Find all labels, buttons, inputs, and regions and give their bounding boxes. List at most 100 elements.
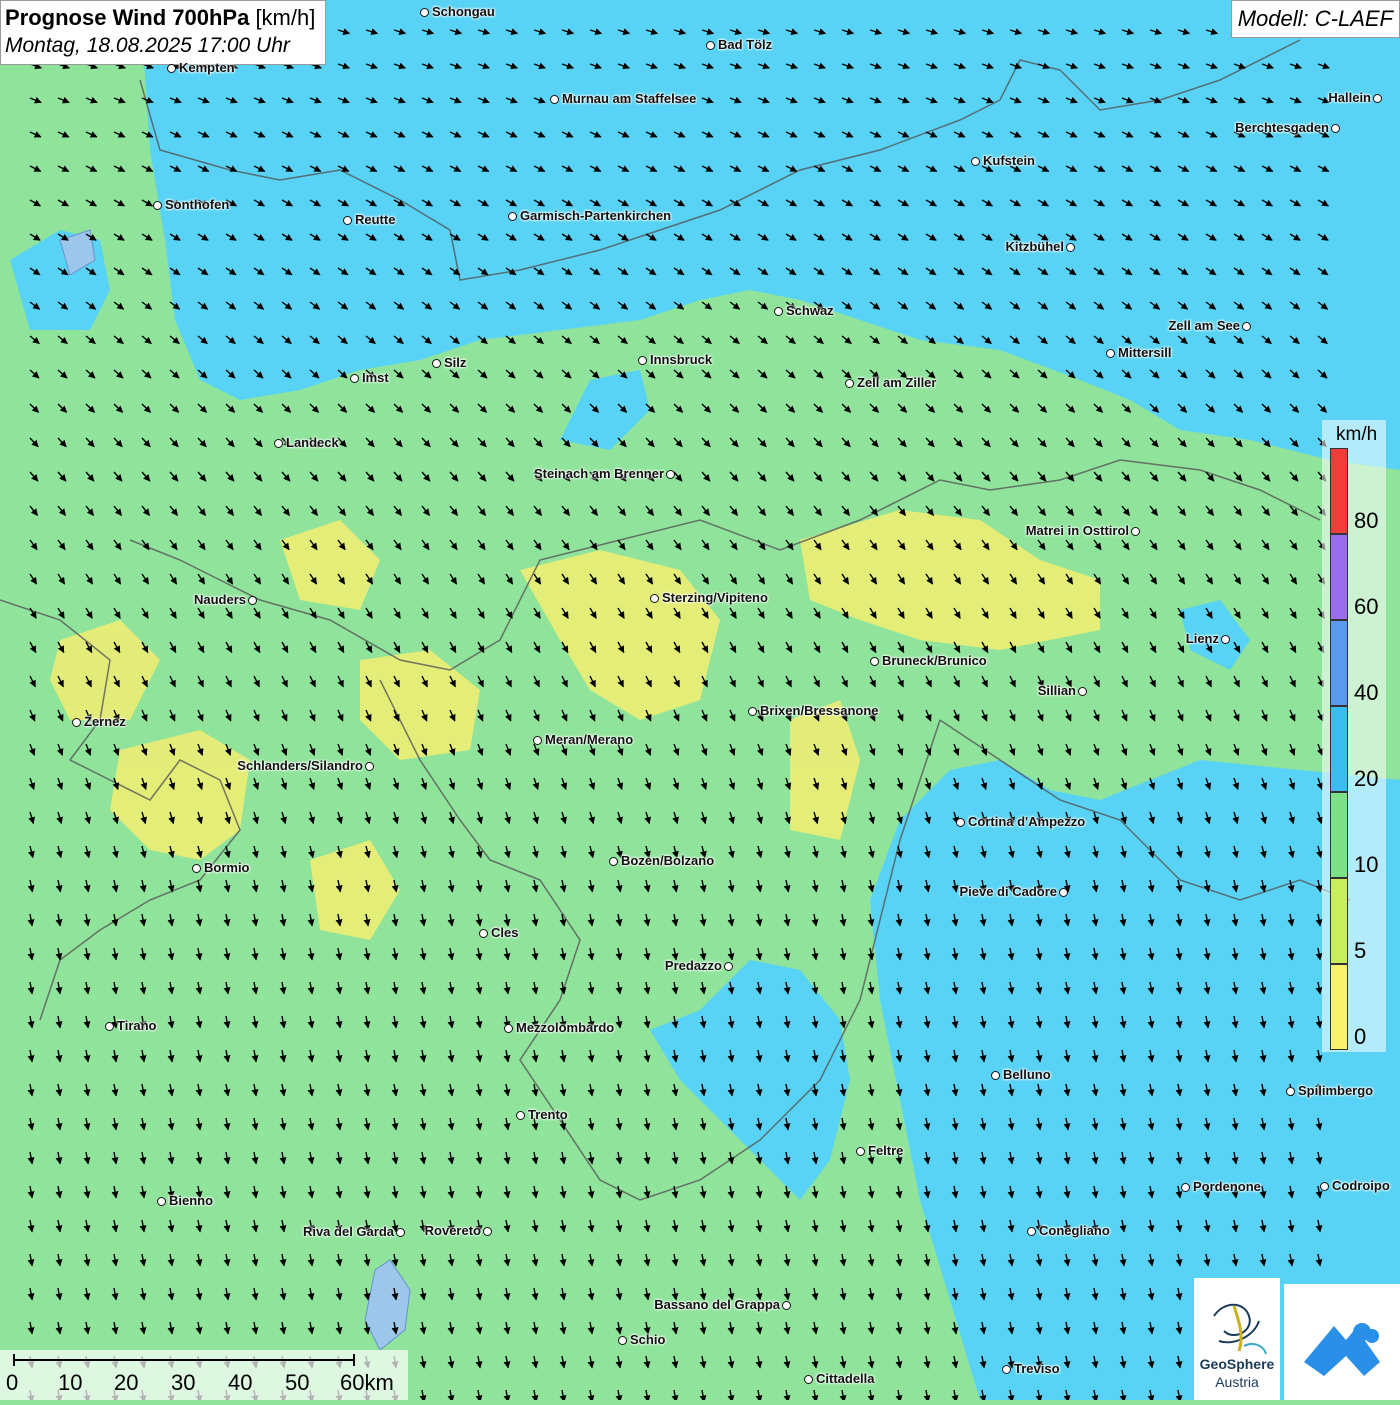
city-label: Kempten	[179, 60, 235, 75]
scale-label-0: 0	[6, 1370, 19, 1395]
city-marker	[432, 359, 441, 368]
city-marker	[666, 470, 675, 479]
legend-segment-80	[1330, 448, 1348, 534]
city-marker	[638, 356, 647, 365]
city-label: Meran/Merano	[545, 732, 634, 747]
city-label: Pieve di Cadore	[959, 884, 1057, 899]
city-label: Steinach am Brenner	[533, 466, 664, 481]
city-marker	[153, 201, 162, 210]
city-marker	[343, 216, 352, 225]
city-label: Mezzolombardo	[516, 1020, 615, 1035]
city-label: Riva del Garda	[302, 1224, 394, 1239]
city-label: Landeck	[286, 435, 339, 450]
city-label: Treviso	[1014, 1361, 1060, 1376]
city-marker	[870, 657, 879, 666]
city-label: Cles	[491, 925, 519, 940]
city-marker	[483, 1227, 492, 1236]
city-marker	[274, 439, 283, 448]
city-label: Tirano	[117, 1018, 157, 1033]
title-box: Prognose Wind 700hPa [km/h] Montag, 18.0…	[0, 0, 327, 65]
city-label: Codroipo	[1332, 1178, 1390, 1193]
scale-label-20: 20	[114, 1370, 139, 1395]
city-label: Belluno	[1003, 1067, 1051, 1082]
city-label: Imst	[362, 370, 389, 385]
legend-tick-80: 80	[1354, 508, 1379, 533]
city-label: Schio	[630, 1332, 666, 1347]
city-marker	[609, 857, 618, 866]
model-label: Modell: C-LAEF	[1230, 0, 1400, 38]
city-label: Nauders	[193, 592, 246, 607]
scale-label-10: 10	[58, 1370, 83, 1395]
city-label: Sonthofen	[165, 197, 230, 212]
city-marker	[157, 1197, 166, 1206]
city-marker	[618, 1336, 627, 1345]
city-marker	[396, 1228, 405, 1237]
city-marker	[192, 864, 201, 873]
city-label: Conegliano	[1039, 1223, 1110, 1238]
city-label: Rovereto	[424, 1223, 481, 1238]
legend-tick-20: 20	[1354, 766, 1379, 791]
legend-tick-5: 5	[1354, 938, 1367, 963]
city-marker	[971, 157, 980, 166]
city-marker	[782, 1301, 791, 1310]
city-marker	[1221, 635, 1230, 644]
city-marker	[991, 1071, 1000, 1080]
city-marker	[1106, 349, 1115, 358]
city-marker	[1181, 1183, 1190, 1192]
city-label: Matrei in Osttirol	[1025, 523, 1129, 538]
city-label: Kitzbühel	[1005, 239, 1065, 254]
legend-tick-10: 10	[1354, 852, 1379, 877]
city-label: Sillian	[1037, 683, 1076, 698]
legend-segment-60	[1330, 534, 1348, 620]
scale-label-30: 30	[171, 1370, 196, 1395]
city-marker	[504, 1024, 513, 1033]
city-label: Brixen/Bressanone	[760, 703, 879, 718]
legend-unit: km/h	[1336, 424, 1378, 445]
city-marker	[516, 1111, 525, 1120]
geosphere-swirl-icon	[1213, 1303, 1267, 1355]
city-label: Schongau	[432, 4, 495, 19]
city-marker	[774, 307, 783, 316]
scale-bar: 0 10 20 30 40 50 60km	[0, 1350, 408, 1400]
scale-label-40: 40	[228, 1370, 253, 1395]
city-label: Reutte	[355, 212, 396, 227]
city-marker	[706, 41, 715, 50]
city-marker	[1242, 322, 1251, 331]
city-marker	[248, 596, 257, 605]
legend-tick-40: 40	[1354, 680, 1379, 705]
city-label: Lienz	[1185, 631, 1219, 646]
city-marker	[350, 374, 359, 383]
city-marker	[365, 762, 374, 771]
legend-segment-20	[1330, 706, 1348, 792]
city-marker	[1320, 1182, 1329, 1191]
city-label: Murnau am Staffelsee	[562, 91, 697, 106]
mountain-cloud-icon	[1304, 1323, 1380, 1376]
legend-segment-0	[1330, 964, 1348, 1050]
legend-tick-60: 60	[1354, 594, 1379, 619]
city-marker	[72, 718, 81, 727]
city-label: Zell am Ziller	[857, 375, 937, 390]
city-label: Mittersill	[1118, 345, 1172, 360]
color-legend: km/h 80 60 40 20 10 5 0	[1322, 420, 1386, 1052]
geosphere-logo[interactable]: GeoSphere Austria	[1194, 1278, 1280, 1400]
legend-tick-0: 0	[1354, 1024, 1367, 1049]
city-label: Hallein	[1328, 90, 1371, 105]
city-label: Bormio	[204, 860, 250, 875]
city-marker	[1131, 527, 1140, 536]
city-marker	[105, 1022, 114, 1031]
legend-segment-10	[1330, 792, 1348, 878]
city-label: Sterzing/Vipiteno	[662, 590, 768, 605]
city-marker	[1078, 687, 1087, 696]
scale-label-50: 50	[285, 1370, 310, 1395]
city-label: Predazzo	[664, 958, 722, 973]
city-label: Silz	[444, 355, 467, 370]
city-label: Schwaz	[786, 303, 834, 318]
city-marker	[420, 8, 429, 17]
city-label: Innsbruck	[650, 352, 713, 367]
app-logo[interactable]	[1284, 1284, 1400, 1400]
city-label: Schlanders/Silandro	[237, 758, 363, 773]
city-label: Cittadella	[816, 1371, 875, 1386]
legend-segment-40	[1330, 620, 1348, 706]
city-label: Bienno	[169, 1193, 214, 1208]
city-marker	[1002, 1365, 1011, 1374]
